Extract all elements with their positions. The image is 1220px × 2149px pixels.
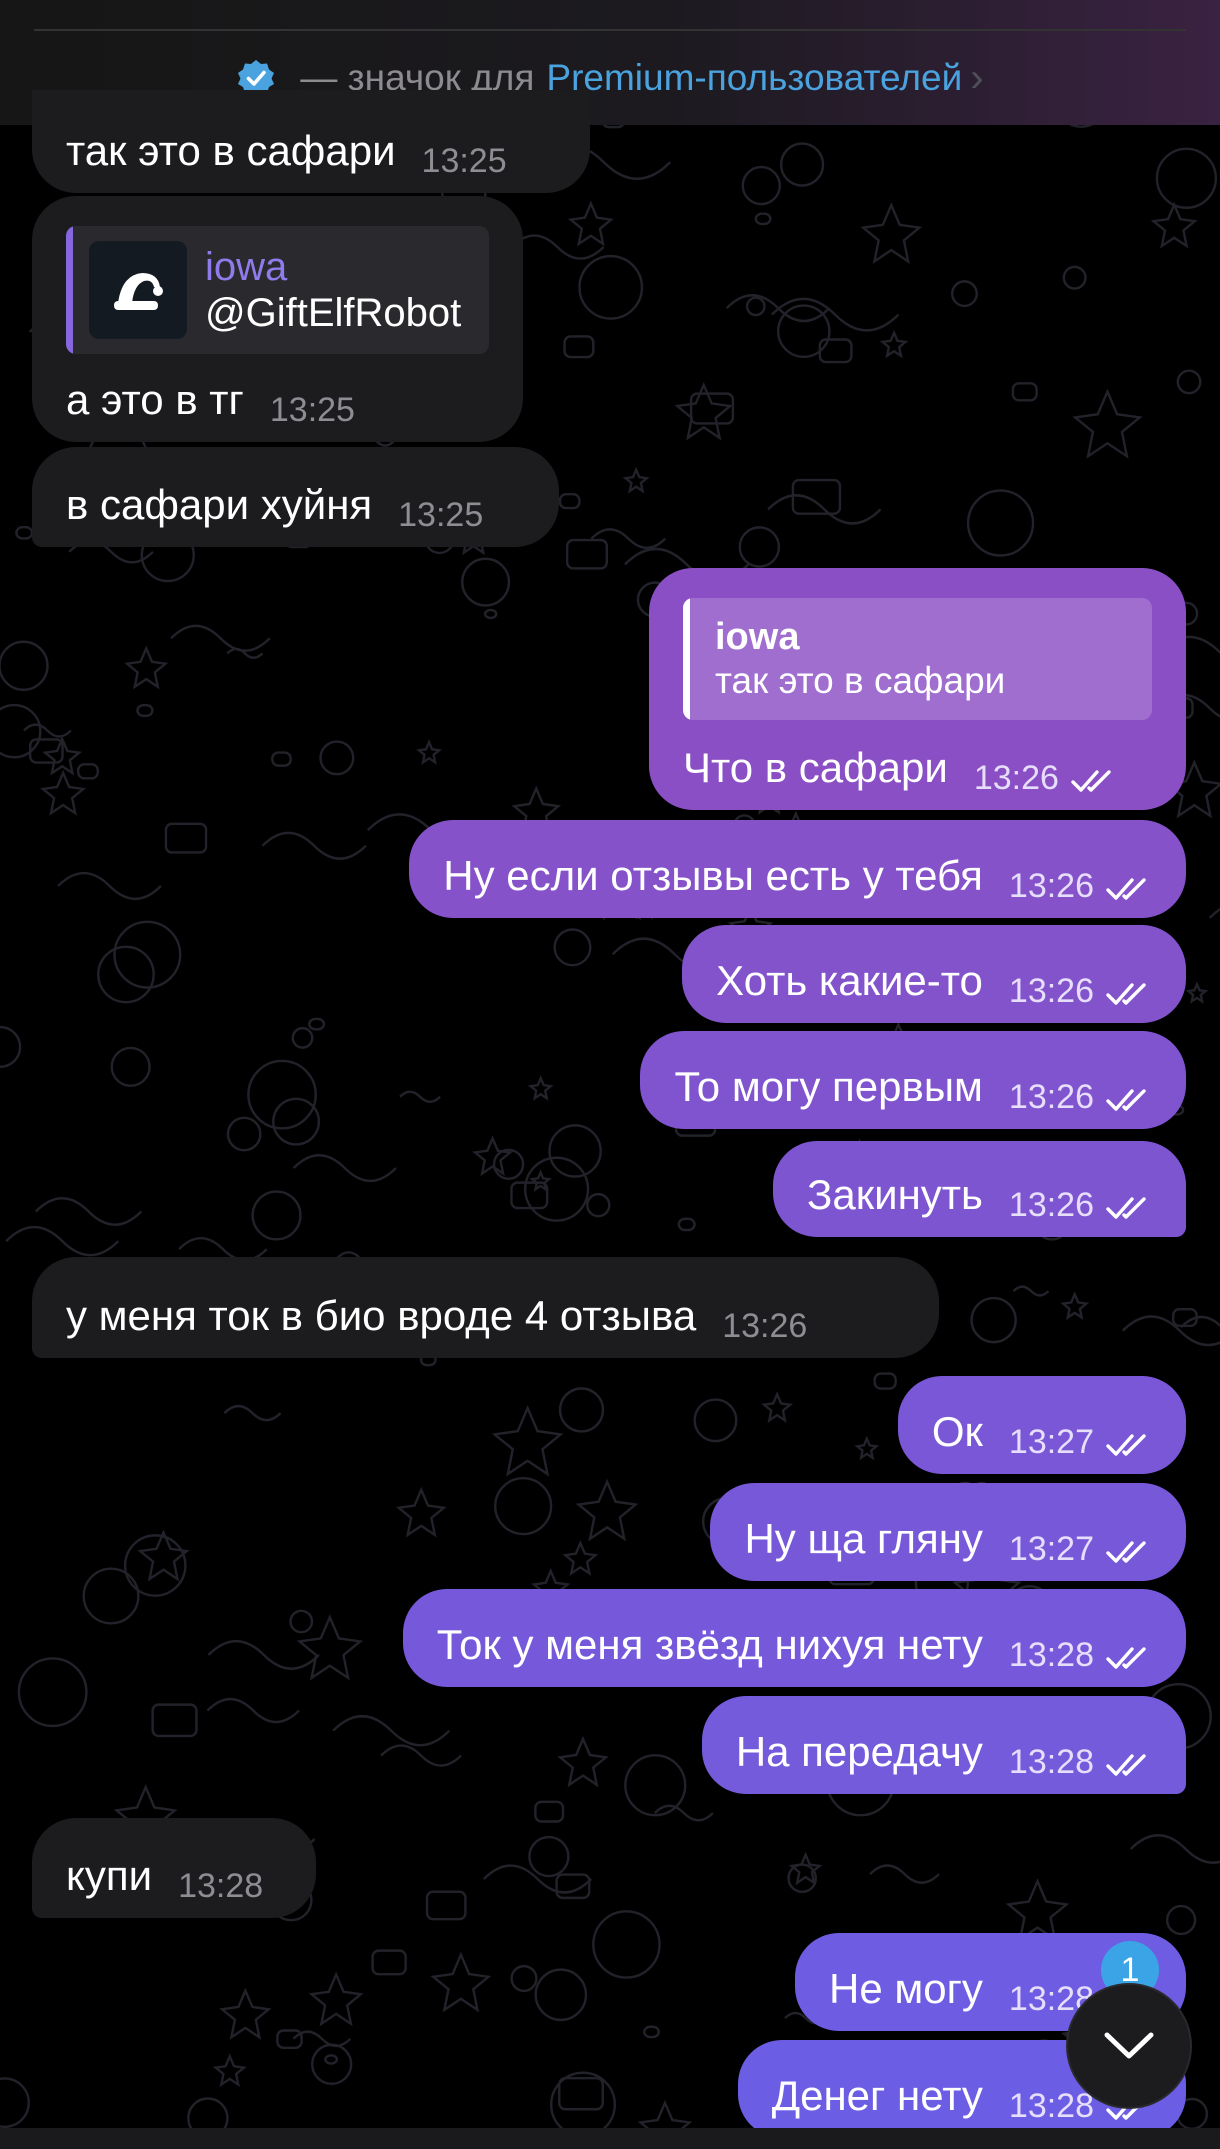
outgoing-message[interactable]: Ок 13:27: [0, 1376, 1220, 1474]
incoming-message[interactable]: купи 13:28: [0, 1818, 1220, 1918]
double-check-icon: [1106, 1647, 1146, 1669]
message-text: так это в сафари: [66, 126, 396, 174]
outgoing-message[interactable]: Ну если отзывы есть у тебя 13:26: [0, 820, 1220, 918]
message-text: Ток у меня звёзд нихуя нету: [436, 1620, 983, 1668]
scroll-to-bottom-button[interactable]: [1068, 1985, 1190, 2107]
incoming-message[interactable]: у меня ток в био вроде 4 отзыва 13:26: [0, 1257, 1220, 1358]
message-time: 13:26: [1008, 1185, 1094, 1224]
message-time: 13:25: [269, 390, 355, 429]
message-text: Ну ща гляну: [744, 1514, 983, 1562]
reply-quote[interactable]: iowa так это в сафари: [683, 598, 1152, 720]
message-text: Не могу: [828, 1964, 983, 2012]
message-text: Ок: [931, 1407, 983, 1455]
double-check-icon: [1106, 1434, 1146, 1456]
reply-author: iowa: [205, 245, 288, 289]
message-time: 13:26: [973, 758, 1059, 797]
message-bubble[interactable]: То могу первым 13:26: [640, 1031, 1186, 1129]
outgoing-message[interactable]: То могу первым 13:26: [0, 1031, 1220, 1129]
outgoing-message[interactable]: Не могу 13:28: [0, 1933, 1220, 2031]
message-time: 13:27: [1008, 1422, 1094, 1461]
message-time: 13:28: [1008, 1635, 1094, 1674]
outgoing-message[interactable]: iowa так это в сафари Что в сафари 13:26: [0, 568, 1220, 810]
message-bubble[interactable]: iowa @GiftElfRobot а это в тг 13:25: [32, 196, 523, 442]
message-bubble[interactable]: купи 13:28: [32, 1818, 316, 1918]
double-check-icon: [1106, 878, 1146, 900]
reply-text: так это в сафари: [715, 659, 1006, 701]
message-text: в сафари хуйня: [66, 480, 373, 528]
incoming-message[interactable]: так это в сафари 13:25: [0, 90, 1220, 193]
message-time: 13:28: [1008, 1742, 1094, 1781]
reply-author: iowa: [715, 615, 800, 658]
reply-text: @GiftElfRobot: [205, 291, 462, 335]
message-text: у меня ток в био вроде 4 отзыва: [66, 1291, 697, 1339]
outgoing-message[interactable]: Закинуть 13:26: [0, 1141, 1220, 1237]
message-text: Что в сафари: [683, 743, 948, 791]
message-bubble[interactable]: Ток у меня звёзд нихуя нету 13:28: [402, 1589, 1186, 1687]
message-bubble[interactable]: Ну ща гляну 13:27: [710, 1483, 1186, 1581]
message-text: Закинуть: [807, 1170, 983, 1218]
double-check-icon: [1106, 1754, 1146, 1776]
incoming-message[interactable]: в сафари хуйня 13:25: [0, 447, 1220, 547]
message-bubble[interactable]: так это в сафари 13:25: [32, 90, 590, 193]
message-bubble[interactable]: Закинуть 13:26: [773, 1141, 1186, 1237]
message-bubble[interactable]: Хоть какие-то 13:26: [682, 925, 1186, 1023]
double-check-icon: [1106, 1197, 1146, 1219]
outgoing-message[interactable]: Ну ща гляну 13:27: [0, 1483, 1220, 1581]
double-check-icon: [1106, 1089, 1146, 1111]
outgoing-message[interactable]: Ток у меня звёзд нихуя нету 13:28: [0, 1589, 1220, 1687]
outgoing-message[interactable]: Денег нету 13:28: [0, 2040, 1220, 2138]
message-time: 13:28: [1008, 2086, 1094, 2125]
message-text: То могу первым: [674, 1062, 983, 1110]
message-time: 13:28: [178, 1866, 264, 1905]
elf-hat-icon: [114, 273, 163, 310]
message-text: На передачу: [735, 1727, 983, 1775]
message-time: 13:27: [1008, 1529, 1094, 1568]
bottom-bar: [0, 2128, 1220, 2149]
message-bubble[interactable]: iowa так это в сафари Что в сафари 13:26: [649, 568, 1186, 810]
double-check-icon: [1071, 770, 1111, 792]
double-check-icon: [1106, 983, 1146, 1005]
message-time: 13:26: [1008, 866, 1094, 905]
reply-quote[interactable]: iowa @GiftElfRobot: [66, 226, 489, 354]
message-text: купи: [66, 1851, 153, 1899]
chevron-down-icon: [1104, 2032, 1154, 2059]
message-time: 13:26: [1008, 971, 1094, 1010]
bot-avatar: [89, 241, 187, 339]
divider: [34, 29, 1186, 31]
message-bubble[interactable]: Ну если отзывы есть у тебя 13:26: [409, 820, 1186, 918]
outgoing-message[interactable]: Хоть какие-то 13:26: [0, 925, 1220, 1023]
message-text: Денег нету: [771, 2071, 983, 2119]
double-check-icon: [1106, 1541, 1146, 1563]
message-bubble[interactable]: На передачу 13:28: [701, 1696, 1186, 1794]
outgoing-message[interactable]: На передачу 13:28: [0, 1696, 1220, 1794]
message-time: 13:26: [722, 1306, 808, 1345]
message-text: Ну если отзывы есть у тебя: [443, 851, 983, 899]
message-bubble[interactable]: у меня ток в био вроде 4 отзыва 13:26: [32, 1257, 939, 1358]
message-text: Хоть какие-то: [716, 956, 983, 1004]
quote-bar: [683, 598, 690, 720]
message-bubble[interactable]: в сафари хуйня 13:25: [32, 447, 559, 547]
message-time: 13:26: [1008, 1077, 1094, 1116]
incoming-message[interactable]: iowa @GiftElfRobot а это в тг 13:25: [0, 196, 1220, 442]
quote-bar: [66, 226, 73, 354]
message-bubble[interactable]: Ок 13:27: [897, 1376, 1186, 1474]
message-time: 13:25: [398, 495, 484, 534]
message-time: 13:25: [421, 141, 507, 180]
message-text: а это в тг: [66, 375, 244, 423]
